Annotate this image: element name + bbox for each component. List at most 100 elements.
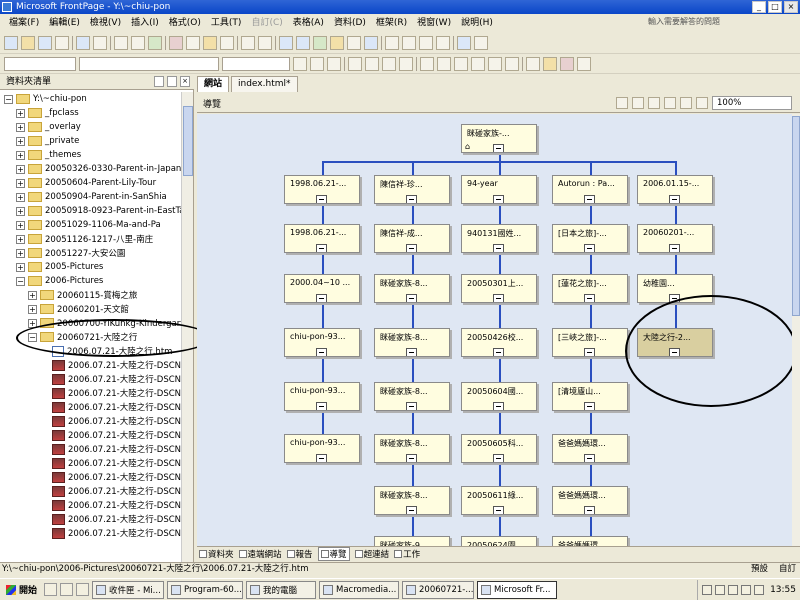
tree-file-item[interactable]: 2006.07.21-大陸之行-DSCN40: [40, 358, 182, 372]
collapse-subtree-icon[interactable]: [493, 195, 504, 203]
menu-data[interactable]: 資料(D): [329, 14, 371, 32]
nav-page-node[interactable]: 1998.06.21-...: [284, 175, 360, 204]
expand-icon[interactable]: +: [16, 206, 25, 216]
new-folder-icon[interactable]: [167, 76, 177, 87]
tree-folder-item[interactable]: +20050918-0923-Parent-in-EastTaiwan: [16, 204, 182, 218]
nav-page-node[interactable]: 20050624園...: [461, 536, 537, 546]
expand-icon[interactable]: +: [16, 248, 25, 258]
numbering-icon[interactable]: [454, 56, 468, 71]
collapse-subtree-icon[interactable]: [493, 454, 504, 462]
format-painter-icon[interactable]: [220, 35, 234, 50]
collapse-subtree-icon[interactable]: [493, 506, 504, 514]
menu-table[interactable]: 表格(A): [288, 14, 329, 32]
align-center-icon[interactable]: [365, 56, 379, 71]
nav-home-node[interactable]: 眯碰家族-... ⌂: [461, 124, 537, 153]
collapse-subtree-icon[interactable]: [406, 348, 417, 356]
collapse-subtree-icon[interactable]: [584, 348, 595, 356]
insert-picture-icon[interactable]: [330, 35, 344, 50]
nav-page-node[interactable]: 眯碰家族-8...: [374, 382, 450, 411]
nav-page-node[interactable]: 2006.01.15-...: [637, 175, 713, 204]
collapse-subtree-icon[interactable]: [316, 294, 327, 302]
justify-icon[interactable]: [399, 56, 413, 71]
portrait-landscape-icon[interactable]: [632, 97, 644, 109]
collapse-subtree-icon[interactable]: [406, 294, 417, 302]
menu-view[interactable]: 檢視(V): [85, 14, 126, 32]
collapse-subtree-icon[interactable]: [493, 348, 504, 356]
menu-frames[interactable]: 框架(R): [371, 14, 412, 32]
tree-folder-item[interactable]: + _overlay: [16, 120, 81, 134]
task-program[interactable]: Program-60...: [167, 580, 244, 599]
minimize-button[interactable]: _: [752, 1, 766, 13]
nav-page-node[interactable]: 940131國姓...: [461, 224, 537, 253]
nav-page-node[interactable]: chiu-pon-93...: [284, 434, 360, 463]
nav-page-node[interactable]: 20050426校...: [461, 328, 537, 357]
menu-edit[interactable]: 編輯(E): [44, 14, 85, 32]
open-icon[interactable]: [21, 35, 35, 50]
tray-network-icon[interactable]: [715, 585, 726, 595]
collapse-subtree-icon[interactable]: [584, 506, 595, 514]
tab-index-html[interactable]: index.html*: [231, 76, 298, 92]
collapse-subtree-icon[interactable]: [584, 294, 595, 302]
nav-page-node[interactable]: 94-year: [461, 175, 537, 204]
tree-folder-item[interactable]: + _fpclass: [16, 106, 79, 120]
refresh-icon[interactable]: [385, 35, 399, 50]
tray-volume-icon[interactable]: [728, 585, 739, 595]
collapse-subtree-icon[interactable]: [493, 294, 504, 302]
tree-file-item[interactable]: 2006.07.21-大陸之行-DSCN40: [40, 428, 182, 442]
tree-file-item[interactable]: 2006.07.21-大陸之行-DSCN40: [40, 442, 182, 456]
quicklaunch-desktop-icon[interactable]: [60, 583, 74, 596]
tree-folder-item[interactable]: +2005-Pictures: [16, 260, 103, 274]
collapse-subtree-icon[interactable]: [316, 402, 327, 410]
tree-file-item[interactable]: 2006.07.21-大陸之行-DSCN40: [40, 498, 182, 512]
save-icon[interactable]: [38, 35, 52, 50]
toggle-pane-icon[interactable]: [93, 35, 107, 50]
tree-file-item[interactable]: 2006.07.21-大陸之行-DSCN40: [40, 484, 182, 498]
expand-icon[interactable]: +: [16, 234, 25, 244]
collapse-subtree-icon[interactable]: [669, 195, 680, 203]
tree-folder-item[interactable]: + _private: [16, 134, 79, 148]
task-frontpage[interactable]: Microsoft Fr...: [477, 580, 558, 599]
expand-icon[interactable]: +: [16, 192, 25, 202]
close-pane-icon[interactable]: ×: [180, 76, 190, 87]
expand-icon[interactable]: +: [28, 304, 37, 314]
expand-icon[interactable]: +: [16, 262, 25, 272]
tree-file-item[interactable]: 2006.07.21-大陸之行-DSCN40: [40, 456, 182, 470]
expand-icon[interactable]: +: [16, 136, 25, 146]
collapse-subtree-icon[interactable]: [406, 195, 417, 203]
border-icon[interactable]: [526, 56, 540, 71]
collapse-subtree-icon[interactable]: [406, 244, 417, 252]
help-icon[interactable]: [457, 35, 471, 50]
start-button[interactable]: 開始: [2, 581, 41, 599]
anchor-icon[interactable]: [436, 35, 450, 50]
nav-page-node[interactable]: 1998.06.21-...: [284, 224, 360, 253]
nav-page-node[interactable]: chiu-pon-93...: [284, 328, 360, 357]
collapse-icon[interactable]: −: [16, 276, 25, 286]
menu-tools[interactable]: 工具(T): [206, 14, 247, 32]
tab-web-site[interactable]: 網站: [197, 76, 230, 92]
collapse-subtree-icon[interactable]: [493, 402, 504, 410]
font-size-combo[interactable]: [222, 56, 290, 71]
quicklaunch-app-icon[interactable]: [76, 583, 90, 596]
menu-custom[interactable]: 自訂(C): [246, 14, 287, 32]
nav-page-node[interactable]: 眯碰家族-8...: [374, 486, 450, 515]
nav-page-node[interactable]: chiu-pon-93...: [284, 382, 360, 411]
tree-file-item[interactable]: 2006.07.21-大陸之行-DSCN40: [40, 470, 182, 484]
collapse-subtree-icon[interactable]: [493, 244, 504, 252]
tree-folder-item[interactable]: − 2006-Pictures: [16, 274, 103, 288]
undo-icon[interactable]: [241, 35, 255, 50]
expand-icon[interactable]: +: [16, 122, 25, 132]
collapse-subtree-icon[interactable]: [584, 454, 595, 462]
toolbar-options-icon[interactable]: [474, 35, 488, 50]
collapse-subtree-icon[interactable]: [316, 244, 327, 252]
nav-page-node[interactable]: 爸爸媽媽環...: [552, 434, 628, 463]
collapse-subtree-icon[interactable]: [406, 506, 417, 514]
zoom-select[interactable]: 100%: [712, 96, 792, 110]
collapse-subtree-icon[interactable]: [316, 195, 327, 203]
view-tab-folders[interactable]: 資料夾: [199, 548, 234, 560]
cut-icon[interactable]: [169, 35, 183, 50]
collapse-subtree-icon[interactable]: [316, 454, 327, 462]
nav-page-node[interactable]: 20050604國...: [461, 382, 537, 411]
scrollbar-thumb[interactable]: [792, 116, 800, 316]
collapse-subtree-icon[interactable]: [493, 144, 504, 152]
decrease-indent-icon[interactable]: [488, 56, 502, 71]
